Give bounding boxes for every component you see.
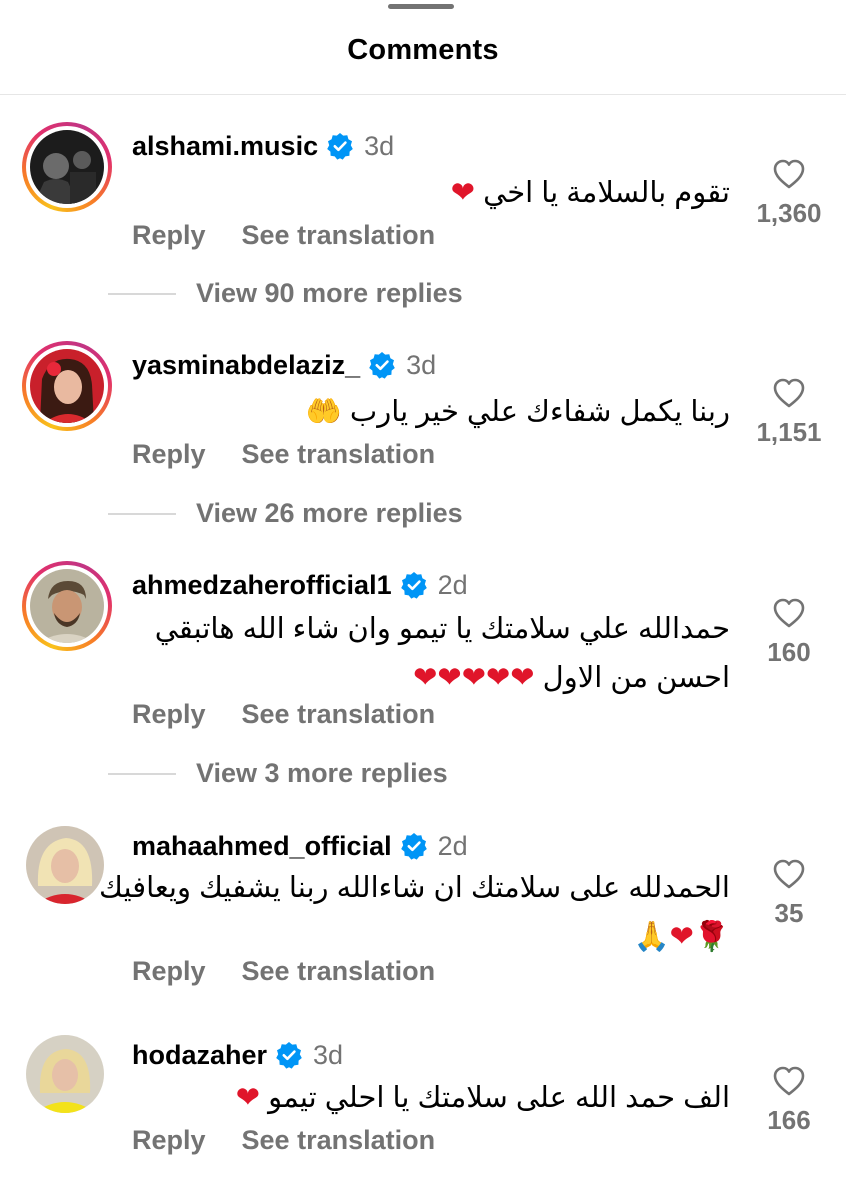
comment-text: الحمدلله على سلامتك ان شاءالله ربنا يشفي… [99, 864, 730, 960]
view-replies[interactable]: View 3 more replies [108, 758, 448, 789]
view-replies-label[interactable]: View 3 more replies [196, 758, 448, 789]
comment-text-line-2: احسن من الاول ❤❤❤❤❤ [155, 653, 730, 702]
raised-hands-emoji: 🤲 [305, 394, 342, 428]
comment-text-line: الحمدلله على سلامتك ان شاءالله ربنا يشفي… [99, 872, 730, 904]
reply-button[interactable]: Reply [132, 1125, 206, 1156]
like-container: 160 [752, 597, 826, 668]
see-translation-button[interactable]: See translation [242, 1125, 436, 1156]
comment-text-line: حمدالله علي سلامتك يا تيمو وان شاء الله … [154, 613, 730, 645]
comment-text: الف حمد الله على سلامتك يا احلي تيمو ❤ [236, 1073, 730, 1122]
comment-text: حمدالله علي سلامتك يا تيمو وان شاء الله … [155, 605, 730, 702]
avatar [30, 130, 104, 204]
see-translation-button[interactable]: See translation [242, 956, 436, 987]
comment-header: hodazaher 3d [132, 1035, 343, 1075]
like-count: 160 [767, 637, 811, 667]
heart-outline-icon[interactable] [772, 597, 806, 629]
like-container: 1,360 [752, 158, 826, 229]
comment-time: 2d [437, 569, 468, 600]
username[interactable]: ahmedzaherofficial1 [132, 570, 392, 601]
view-replies[interactable]: View 90 more replies [108, 278, 463, 309]
avatar-story-ring[interactable] [22, 122, 112, 212]
comment-time: 3d [406, 349, 437, 380]
heart-outline-icon[interactable] [772, 377, 806, 409]
comment-header: yasminabdelaziz_ 3d [132, 345, 436, 385]
hearts-emoji: ❤❤❤❤❤ [413, 660, 535, 694]
verified-badge-icon [400, 833, 427, 860]
comment-time: 3d [313, 1039, 344, 1070]
like-container: 35 [752, 858, 826, 929]
username[interactable]: yasminabdelaziz_ [132, 350, 360, 381]
comment-text-line: تقوم بالسلامة يا اخي [483, 177, 730, 209]
like-container: 166 [752, 1065, 826, 1136]
sheet-title: Comments [347, 34, 499, 66]
heart-outline-icon[interactable] [772, 858, 806, 890]
avatar-story-ring[interactable] [22, 561, 112, 651]
verified-badge-icon [400, 572, 427, 599]
like-container: 1,151 [752, 377, 826, 448]
drag-handle[interactable] [388, 4, 454, 9]
like-count: 35 [774, 898, 804, 928]
reply-button[interactable]: Reply [132, 956, 206, 987]
reply-button[interactable]: Reply [132, 699, 206, 730]
comment-actions: Reply See translation [132, 439, 435, 470]
username[interactable]: hodazaher [132, 1040, 267, 1071]
comment-text-line: ربنا يكمل شفاءك علي خير يارب [349, 396, 730, 428]
replies-line [108, 292, 176, 295]
avatar-story-ring[interactable] [22, 341, 112, 431]
see-translation-button[interactable]: See translation [242, 220, 436, 251]
avatar [30, 349, 104, 423]
heart-emoji: ❤ [450, 175, 476, 209]
comment-actions: Reply See translation [132, 956, 435, 987]
heart-outline-icon[interactable] [772, 158, 806, 190]
verified-badge-icon [369, 352, 395, 379]
comment-time: 3d [364, 130, 395, 161]
heart-emoji: ❤ [235, 1080, 261, 1114]
view-replies-label[interactable]: View 26 more replies [196, 498, 463, 529]
replies-line [108, 512, 176, 515]
comment-time: 2d [437, 830, 468, 861]
see-translation-button[interactable]: See translation [242, 439, 436, 470]
comment-header: ahmedzaherofficial1 2d [132, 565, 468, 605]
header-divider [0, 94, 846, 95]
see-translation-button[interactable]: See translation [242, 699, 436, 730]
reply-button[interactable]: Reply [132, 439, 206, 470]
reply-button[interactable]: Reply [132, 220, 206, 251]
like-count: 166 [767, 1105, 811, 1135]
comment-actions: Reply See translation [132, 220, 435, 251]
comment-text: تقوم بالسلامة يا اخي ❤ [451, 168, 730, 217]
verified-badge-icon [276, 1042, 302, 1069]
view-replies[interactable]: View 26 more replies [108, 498, 463, 529]
avatar [26, 826, 104, 904]
comment-actions: Reply See translation [132, 1125, 435, 1156]
verified-badge-icon [327, 133, 353, 160]
username[interactable]: mahaahmed_official [132, 831, 392, 862]
replies-line [108, 772, 176, 775]
view-replies-label[interactable]: View 90 more replies [196, 278, 463, 309]
avatar [26, 1035, 104, 1113]
comment-text-line: الف حمد الله على سلامتك يا احلي تيمو [268, 1082, 730, 1114]
rose-heart-pray-emoji: 🌹❤🙏 [633, 919, 730, 953]
heart-outline-icon[interactable] [772, 1065, 806, 1097]
comment-header: alshami.music 3d [132, 126, 394, 166]
avatar-container[interactable] [22, 1031, 112, 1121]
comment-text: ربنا يكمل شفاءك علي خير يارب 🤲 [306, 387, 730, 436]
comment-text-line: احسن من الاول [542, 662, 730, 694]
like-count: 1,360 [756, 198, 822, 228]
username[interactable]: alshami.music [132, 131, 318, 162]
comment-header: mahaahmed_official 2d [132, 826, 468, 866]
like-count: 1,151 [756, 417, 822, 447]
avatar [30, 569, 104, 643]
comment-actions: Reply See translation [132, 699, 435, 730]
comments-sheet: Comments alshami.music 3d تقوم بالسلامة … [0, 0, 846, 1200]
